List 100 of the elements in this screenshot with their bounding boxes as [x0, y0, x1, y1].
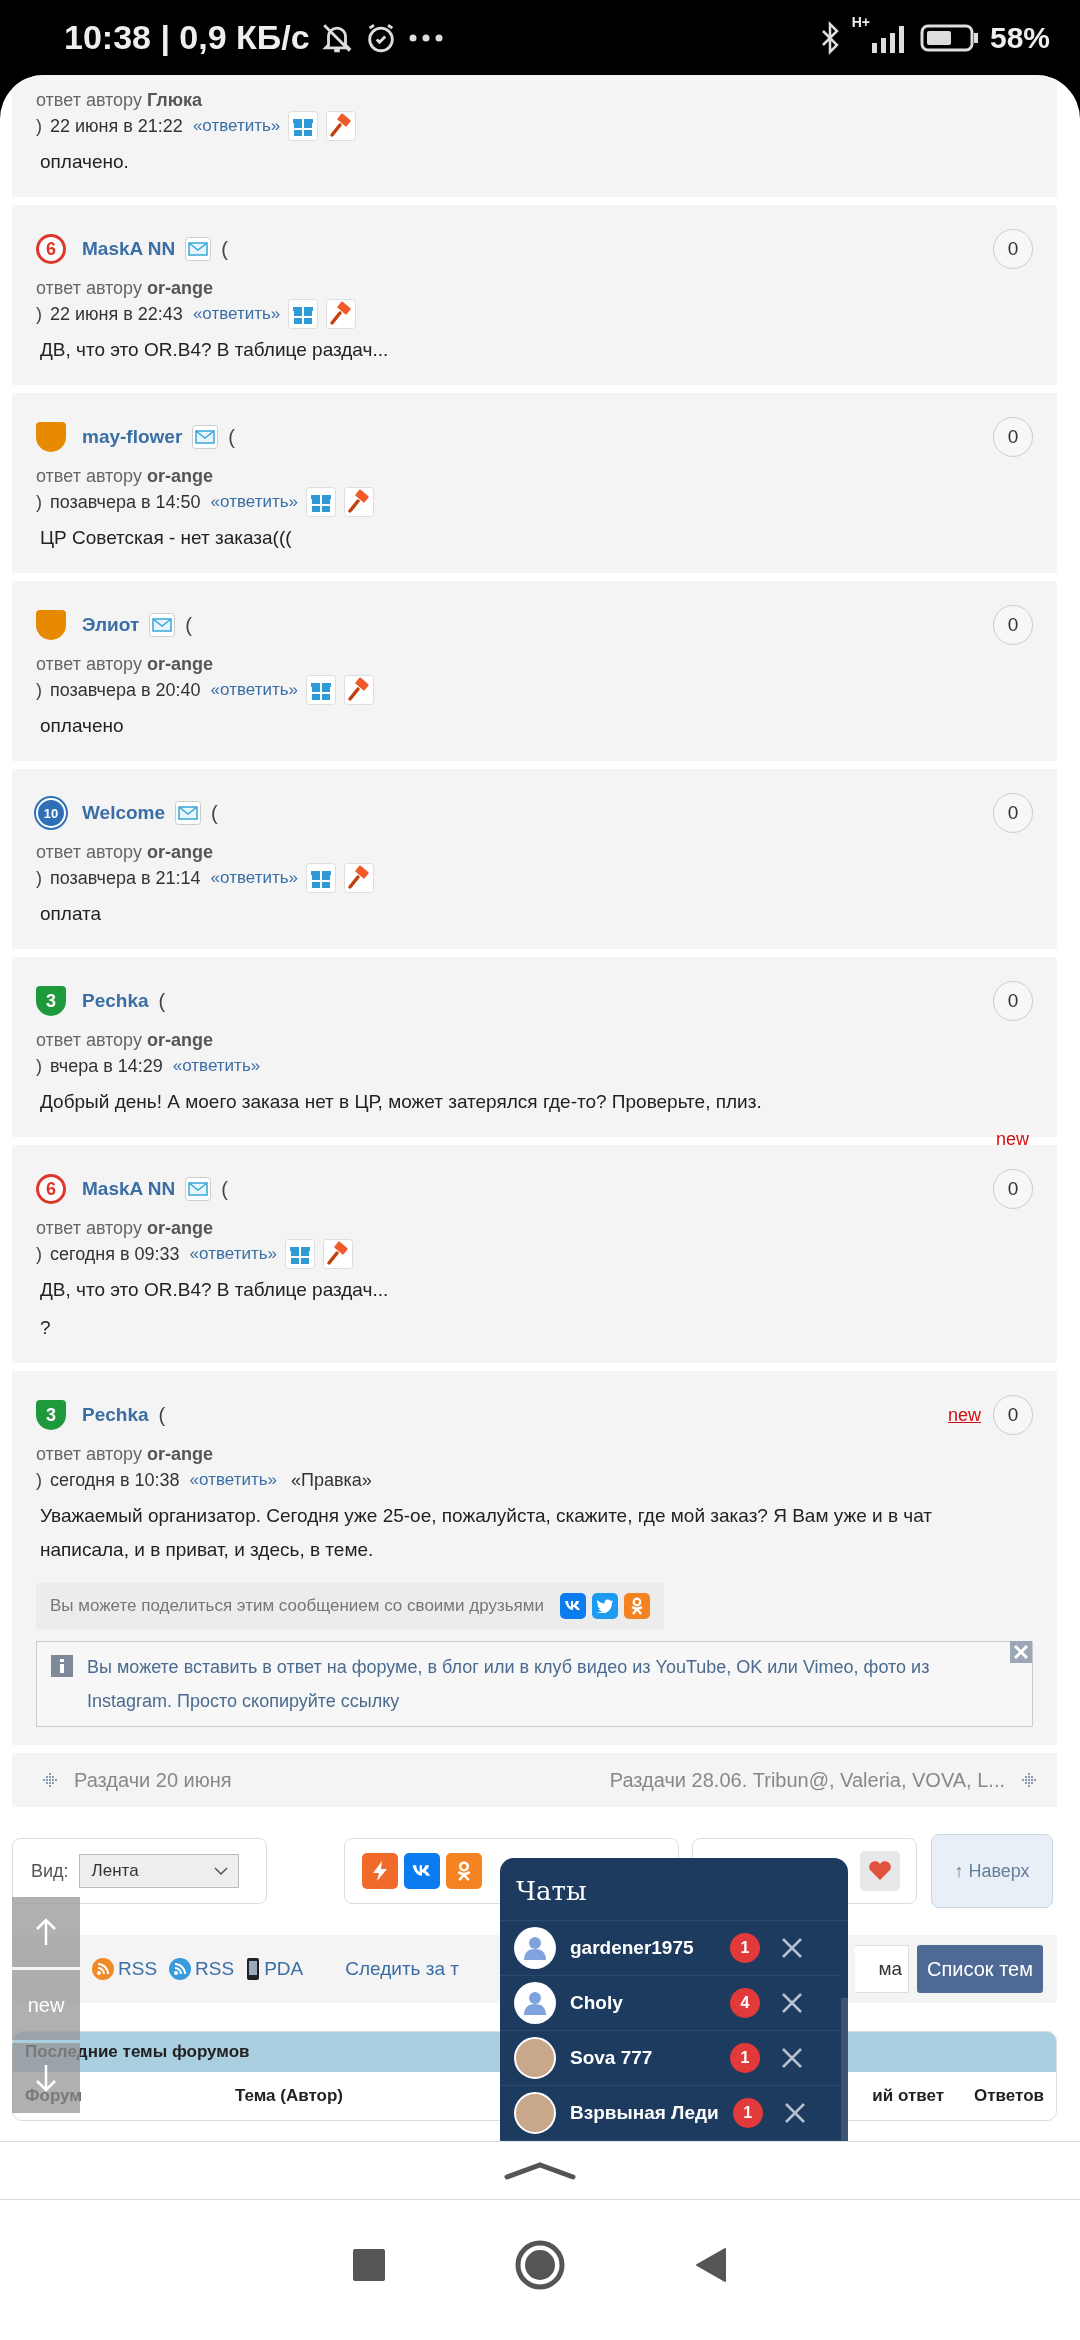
chat-item[interactable]: Choly 4 — [500, 1976, 840, 2031]
rss-icon[interactable] — [169, 1958, 192, 1980]
rating-count[interactable]: 0 — [993, 981, 1033, 1021]
phone-icon[interactable] — [246, 1957, 261, 1981]
author-name[interactable]: MaskA NN — [82, 238, 176, 260]
more-icon — [407, 32, 444, 43]
unread-badge: 1 — [730, 1933, 760, 1963]
column-header: ий ответ — [871, 2086, 946, 2106]
reply-link[interactable]: «ответить» — [172, 1056, 261, 1076]
author-name[interactable]: Welcome — [82, 802, 166, 824]
post-text: Уважаемый организатор. Сегодня уже 25-ое, пожалуйста, скажите, где мой заказ? Я Вам уже и в чат написала, и в приват, и здесь, в теме. — [39, 1504, 934, 1562]
rating-count[interactable]: 0 — [993, 793, 1033, 833]
unread-badge: 1 — [732, 2098, 763, 2128]
author-name[interactable]: Pechka — [82, 1404, 149, 1426]
reply-to-text: ответ автору or-ange — [36, 277, 214, 299]
post-text: оплачено. — [39, 150, 130, 174]
lightning-icon[interactable] — [362, 1853, 398, 1889]
reply-link[interactable]: «ответить» — [210, 492, 299, 512]
hammer-icon[interactable] — [323, 1239, 354, 1269]
envelope-icon[interactable] — [192, 425, 219, 449]
post-date: сегодня в 10:38 — [50, 1469, 180, 1491]
rating-count[interactable]: 0 — [993, 417, 1033, 457]
rank-badge: 6 — [36, 1174, 66, 1204]
reply-link[interactable]: «ответить» — [210, 868, 299, 888]
ok-icon[interactable] — [624, 1593, 650, 1619]
topic-list-button[interactable]: Список тем — [917, 1945, 1043, 1993]
home-icon[interactable] — [515, 2240, 565, 2290]
rank-shield: 3 — [36, 986, 66, 1016]
paren: ) — [36, 679, 42, 701]
hammer-icon[interactable] — [344, 863, 375, 893]
vk-icon[interactable] — [560, 1593, 586, 1619]
reply-link[interactable]: «ответить» — [192, 304, 281, 324]
new-link[interactable]: new — [947, 1404, 981, 1426]
rank-badge: 6 — [36, 234, 66, 264]
rating-count[interactable]: 0 — [993, 1169, 1033, 1209]
rank-shield: 3 — [36, 1400, 66, 1430]
search-field[interactable]: ма — [855, 1945, 910, 1993]
vk-icon[interactable] — [404, 1853, 440, 1889]
previous-topic-link[interactable]: Раздачи 20 июня — [74, 1768, 232, 1792]
status-time: 10:38 | 0,9 КБ/с — [64, 18, 310, 57]
feed-link[interactable]: RSS — [118, 1958, 158, 1980]
envelope-icon[interactable] — [149, 613, 176, 637]
hammer-icon[interactable] — [344, 675, 375, 705]
author-name[interactable]: Элиот — [82, 614, 140, 636]
scroll-top-button[interactable]: ↑ Наверх — [931, 1834, 1053, 1908]
paren: ( — [221, 237, 228, 261]
author-name[interactable]: may-flower — [82, 426, 183, 448]
scroll-up-button[interactable] — [12, 1897, 80, 1967]
paren: ) — [36, 1243, 42, 1265]
person-icon — [521, 1989, 549, 2017]
edit-link[interactable]: «Правка» — [291, 1469, 372, 1491]
author-name[interactable]: MaskA NN — [82, 1178, 176, 1200]
diamond-dots-icon[interactable] — [42, 1772, 58, 1788]
follow-topic-link[interactable]: Следить за т — [345, 1958, 460, 1980]
close-icon[interactable] — [780, 2046, 804, 2070]
close-icon[interactable] — [780, 1991, 804, 2015]
hammer-icon[interactable] — [326, 299, 357, 329]
rating-count[interactable]: 0 — [993, 229, 1033, 269]
reply-link[interactable]: «ответить» — [189, 1244, 278, 1264]
feed-link[interactable]: PDA — [264, 1958, 304, 1980]
post-text: ? — [39, 1316, 52, 1340]
rss-icon[interactable] — [92, 1958, 114, 1980]
feed-link[interactable]: RSS — [195, 1958, 235, 1980]
close-icon[interactable] — [780, 1936, 804, 1960]
rating-count[interactable]: 0 — [993, 605, 1033, 645]
next-topic-link[interactable]: Раздачи 28.06. Tribun@, Valeria, VOVA, L... — [609, 1768, 1005, 1792]
paren: ) — [36, 1469, 42, 1491]
diamond-dots-icon[interactable] — [1021, 1772, 1037, 1788]
bird-icon[interactable] — [592, 1593, 618, 1619]
hammer-icon[interactable] — [326, 111, 357, 141]
rank-medal: 10 — [36, 798, 66, 828]
reply-to-text: ответ автору Глюка — [36, 89, 204, 111]
hammer-icon[interactable] — [344, 487, 375, 517]
rating-count[interactable]: 0 — [993, 1395, 1033, 1435]
avatar-photo-placeholder — [514, 2037, 556, 2079]
notice-text: Вы можете вставить в ответ на форуме, в блог или в клуб видео из YouTube, OK или Vimeo, фото из Instagram. Просто скопируйте ссылку — [87, 1656, 931, 1713]
reply-link[interactable]: «ответить» — [210, 680, 299, 700]
post-date: 22 июня в 22:43 — [50, 303, 183, 325]
chevron-up-icon[interactable] — [503, 2160, 577, 2181]
chat-item[interactable]: gardener1975 1 — [500, 1921, 840, 1976]
avatar-photo-placeholder — [514, 2092, 556, 2134]
reply-link[interactable]: «ответить» — [189, 1470, 278, 1490]
close-icon[interactable] — [782, 2101, 807, 2125]
post-date: позавчера в 14:50 — [50, 491, 201, 513]
reply-link[interactable]: «ответить» — [192, 116, 281, 136]
envelope-icon[interactable] — [175, 801, 202, 825]
share-text: Вы можете поделиться этим сообщением со своими друзьями — [50, 1596, 544, 1616]
battery-icon — [919, 22, 980, 53]
ok-icon[interactable] — [446, 1853, 482, 1889]
view-select[interactable]: Лента — [78, 1854, 239, 1888]
envelope-icon[interactable] — [185, 1177, 212, 1201]
chat-item[interactable]: Sova 777 1 — [500, 2031, 840, 2086]
paren: ) — [36, 115, 42, 137]
paren: ( — [158, 1403, 166, 1427]
author-name[interactable]: Pechka — [82, 990, 149, 1012]
back-icon[interactable] — [695, 2247, 727, 2283]
envelope-icon[interactable] — [185, 237, 212, 261]
post-date: вчера в 14:29 — [50, 1055, 163, 1077]
unread-badge: 4 — [730, 1988, 760, 2018]
paren: ) — [36, 1055, 42, 1077]
